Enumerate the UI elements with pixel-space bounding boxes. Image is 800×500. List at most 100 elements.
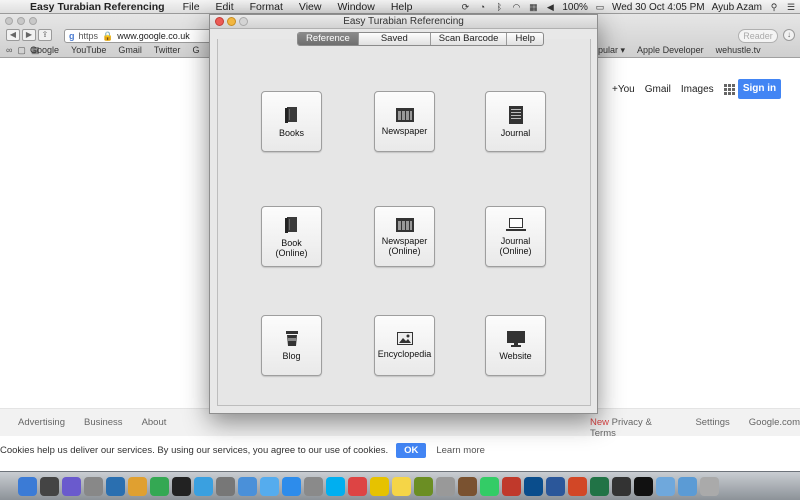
menu-app-name[interactable]: Easy Turabian Referencing [24, 1, 175, 13]
books-button[interactable]: Books [261, 91, 322, 152]
address-bar[interactable]: g https 🔒 www.google.co.uk [64, 29, 214, 43]
plus-you-link[interactable]: +You [612, 84, 635, 95]
pm-icon[interactable] [502, 476, 521, 496]
encyclopedia-button[interactable]: Encyclopedia [374, 315, 435, 376]
reference-label: Blog [282, 350, 301, 361]
bluetooth-icon[interactable]: ᛒ [494, 2, 504, 12]
website-button[interactable]: Website [485, 315, 546, 376]
volume-icon[interactable]: ◀ [545, 2, 555, 12]
twitter-icon[interactable] [260, 476, 279, 496]
advertising-link[interactable]: Advertising [18, 417, 65, 428]
settings-link[interactable]: Settings [695, 417, 729, 439]
time-machine-icon[interactable]: ◔ [477, 2, 487, 12]
gmail-link[interactable]: Gmail [645, 84, 671, 95]
user-name[interactable]: Ayub Azam [712, 2, 762, 13]
menu-edit[interactable]: Edit [208, 1, 242, 13]
tab-saved[interactable]: Saved [359, 33, 431, 45]
journal-button[interactable]: Journal [485, 91, 546, 152]
sign-in-button[interactable]: Sign in [738, 79, 781, 99]
time-machine-icon[interactable] [480, 476, 499, 496]
downloads-icon[interactable]: ↓ [783, 29, 795, 41]
calendar-icon[interactable] [348, 476, 367, 496]
safari-icon[interactable] [238, 476, 257, 496]
word-icon[interactable] [546, 476, 565, 496]
xcode-icon[interactable] [106, 476, 125, 496]
photos-icon[interactable] [128, 476, 147, 496]
blog-button[interactable]: Blog [261, 315, 322, 376]
forward-icon[interactable]: ▶ [22, 29, 36, 41]
menu-help[interactable]: Help [383, 1, 421, 13]
easy-turabian-icon[interactable] [634, 476, 653, 496]
cookie-ok-button[interactable]: OK [396, 442, 427, 458]
book-online-button[interactable]: Book (Online) [261, 206, 322, 267]
zoom-icon[interactable] [29, 17, 37, 25]
bookmark-item[interactable]: Apple Developer [637, 45, 704, 56]
images-link[interactable]: Images [681, 84, 714, 95]
newspaper-button[interactable]: Newspaper [374, 91, 435, 152]
journal-online-button[interactable]: Journal (Online) [485, 206, 546, 267]
tab-help[interactable]: Help [507, 33, 543, 45]
mission-control-icon[interactable] [62, 476, 81, 496]
powerpoint-icon[interactable] [568, 476, 587, 496]
close-icon[interactable] [5, 17, 13, 25]
apps-grid-icon[interactable] [723, 84, 735, 95]
flag-icon[interactable]: ▦ [528, 2, 538, 12]
bookmark-item[interactable]: wehustle.tv [716, 45, 761, 56]
google-com-link[interactable]: Google.com [749, 417, 800, 439]
minimize-icon[interactable] [17, 17, 25, 25]
bookmark-item[interactable]: Google [30, 45, 59, 55]
learn-more-link[interactable]: Learn more [436, 445, 485, 456]
tab-scan-barcode[interactable]: Scan Barcode [431, 33, 508, 45]
zoom-icon[interactable] [239, 17, 248, 26]
menu-window[interactable]: Window [329, 1, 382, 13]
bookmark-item[interactable]: YouTube [71, 45, 106, 55]
network-icon[interactable] [436, 476, 455, 496]
photoshop-icon[interactable] [524, 476, 543, 496]
chrome-icon[interactable] [150, 476, 169, 496]
system-preferences-icon[interactable] [304, 476, 323, 496]
menu-view[interactable]: View [291, 1, 330, 13]
stickies-icon[interactable] [392, 476, 411, 496]
bookmark-item[interactable]: G [192, 45, 199, 55]
notes-icon[interactable] [370, 476, 389, 496]
minimize-icon[interactable] [227, 17, 236, 26]
skype-icon[interactable] [326, 476, 345, 496]
clock[interactable]: Wed 30 Oct 4:05 PM [612, 2, 705, 13]
battery-icon[interactable]: ▭ [595, 2, 605, 12]
bookmark-item[interactable]: Twitter [154, 45, 181, 55]
about-link[interactable]: About [142, 417, 167, 428]
tab-reference[interactable]: Reference [298, 33, 359, 45]
bookmark-item[interactable]: Gmail [118, 45, 142, 55]
launchpad-icon[interactable] [84, 476, 103, 496]
dictionary-icon[interactable] [458, 476, 477, 496]
dock [0, 471, 800, 500]
business-link[interactable]: Business [84, 417, 123, 428]
calculator-icon[interactable] [216, 476, 235, 496]
share-icon[interactable]: ⇪ [38, 29, 52, 41]
menu-file[interactable]: File [175, 1, 208, 13]
games-icon[interactable] [612, 476, 631, 496]
menu-format[interactable]: Format [242, 1, 291, 13]
close-icon[interactable] [215, 17, 224, 26]
finder-icon[interactable] [18, 476, 37, 496]
reference-label: Encyclopedia [377, 349, 432, 359]
preview-icon[interactable] [414, 476, 433, 496]
back-icon[interactable]: ◀ [6, 29, 20, 41]
folder-icon[interactable] [656, 476, 675, 496]
reader-button[interactable]: Reader [738, 29, 778, 43]
notification-center-icon[interactable]: ☰ [786, 2, 796, 12]
sync-icon[interactable]: ⟳ [460, 2, 470, 12]
downloads-icon[interactable] [678, 476, 697, 496]
appstore-icon[interactable] [282, 476, 301, 496]
bookmarks-icon[interactable]: ▢ [17, 45, 26, 56]
wifi-icon[interactable]: ◠ [511, 2, 521, 12]
excel-icon[interactable] [590, 476, 609, 496]
battery-percent[interactable]: 100% [562, 2, 588, 13]
spotlight-icon[interactable]: ⚲ [769, 2, 779, 12]
itunes-icon[interactable] [194, 476, 213, 496]
terminal-icon[interactable] [172, 476, 191, 496]
trash-icon[interactable] [700, 476, 719, 496]
dashboard-icon[interactable] [40, 476, 59, 496]
newspaper-online-button[interactable]: Newspaper (Online) [374, 206, 435, 267]
reading-list-icon[interactable]: ∞ [6, 45, 12, 56]
